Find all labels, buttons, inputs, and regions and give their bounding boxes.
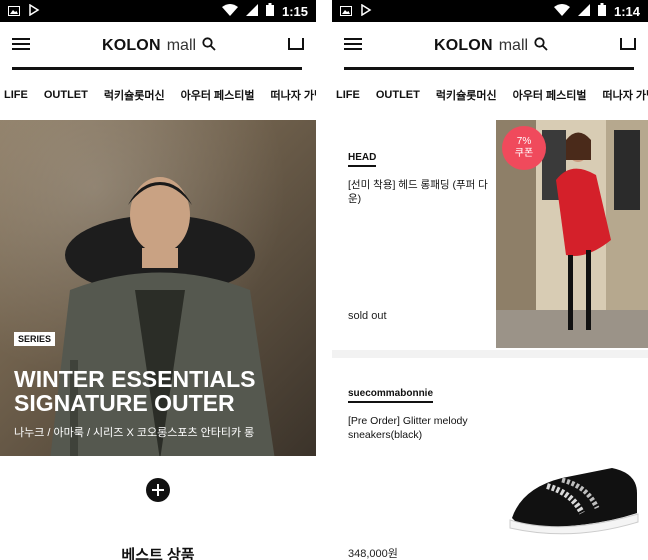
wifi-icon	[221, 3, 238, 19]
coupon-percent: 7%	[516, 136, 532, 147]
section-title: 베스트 상품	[121, 547, 195, 560]
hero-banner[interactable]: SERIES WINTER ESSENTIALS SIGNATURE OUTER…	[0, 120, 316, 456]
logo[interactable]: KOLON mall	[433, 36, 548, 56]
hero-subtitle: 나누크 / 아마룩 / 시리즈 X 코오롱스포츠 안타티카 롱	[14, 427, 255, 439]
product-card[interactable]: suecommabonnie [Pre Order] Glitter melod…	[332, 358, 648, 560]
tab-outer-festival[interactable]: 아우터 페스티벌	[181, 87, 255, 103]
hero-title: WINTER ESSENTIALS SIGNATURE OUTER	[14, 367, 304, 415]
logo-sub-text: mall	[166, 37, 197, 54]
tab-lucky-slot[interactable]: 럭키슐롯머신	[104, 87, 165, 103]
coupon-label: 쿠폰	[514, 148, 534, 159]
status-time: 1:14	[613, 3, 640, 19]
coupon-badge: 7% 쿠폰	[502, 126, 546, 170]
battery-icon	[597, 3, 606, 19]
gallery-icon	[340, 4, 352, 19]
tab-travel[interactable]: 떠나자 가볍:	[602, 87, 648, 103]
gallery-icon	[8, 4, 20, 19]
logo-sub-text: mall	[498, 37, 529, 54]
tab-travel[interactable]: 떠나자 가볍:	[270, 87, 316, 103]
category-tabs: LIFE OUTLET 럭키슐롯머신 아우터 페스티벌 떠나자 가볍:	[332, 70, 648, 120]
tab-outer-festival[interactable]: 아우터 페스티벌	[513, 87, 587, 103]
status-bar: 1:14	[332, 0, 648, 22]
play-store-icon	[28, 3, 40, 19]
phone-screen-right: 1:14 KOLON mall LIFE OUTLET 럭키슐롯머신 아우터 페스…	[332, 0, 648, 560]
signal-icon	[245, 3, 258, 19]
menu-icon[interactable]	[12, 37, 30, 56]
phone-screen-left: 1:15 KOLON mall LIFE OUTLET 럭키슐롯머신 아우터 페스…	[0, 0, 316, 560]
shopping-bag-icon[interactable]	[288, 37, 304, 55]
app-header: KOLON mall	[332, 22, 648, 70]
search-icon[interactable]	[202, 36, 216, 56]
status-time: 1:15	[281, 3, 308, 19]
hero-badge: SERIES	[14, 332, 56, 346]
header-underline	[344, 67, 634, 70]
battery-icon	[265, 3, 274, 19]
shopping-bag-icon[interactable]	[620, 37, 636, 55]
play-store-icon	[360, 3, 372, 19]
product-image	[509, 468, 639, 535]
list-separator	[332, 350, 648, 358]
plus-icon	[152, 484, 164, 496]
product-card[interactable]: HEAD [선미 착용] 헤드 롱패딩 (푸퍼 다운) sold out 7% …	[332, 120, 648, 350]
logo-main-text: KOLON	[433, 37, 493, 54]
logo-main-text: KOLON	[101, 37, 161, 54]
status-bar: 1:15	[0, 0, 316, 22]
product-name: [선미 착용] 헤드 롱패딩 (푸퍼 다운)	[348, 179, 488, 205]
product-status: sold out	[348, 310, 387, 322]
tab-lucky-slot[interactable]: 럭키슐롯머신	[436, 87, 497, 103]
expand-plus-button[interactable]	[146, 478, 170, 502]
wifi-icon	[553, 3, 570, 19]
category-tabs: LIFE OUTLET 럭키슐롯머신 아우터 페스티벌 떠나자 가볍:	[0, 70, 316, 120]
hero-title-line1: WINTER ESSENTIALS	[14, 366, 256, 392]
menu-icon[interactable]	[344, 37, 362, 56]
tab-life[interactable]: LIFE	[336, 89, 360, 101]
product-brand: suecommabonnie	[348, 388, 434, 403]
search-icon[interactable]	[534, 36, 548, 56]
product-name: [Pre Order] Glitter melody sneakers(blac…	[348, 415, 468, 441]
logo[interactable]: KOLON mall	[101, 36, 216, 56]
product-price: 348,000원	[348, 548, 398, 560]
tab-outlet[interactable]: OUTLET	[44, 89, 88, 101]
header-underline	[12, 67, 302, 70]
tab-outlet[interactable]: OUTLET	[376, 89, 420, 101]
signal-icon	[577, 3, 590, 19]
screenshot-divider	[316, 0, 332, 560]
hero-title-line2: SIGNATURE OUTER	[14, 390, 235, 416]
tab-life[interactable]: LIFE	[4, 89, 28, 101]
app-header: KOLON mall	[0, 22, 316, 70]
product-brand: HEAD	[348, 152, 377, 167]
